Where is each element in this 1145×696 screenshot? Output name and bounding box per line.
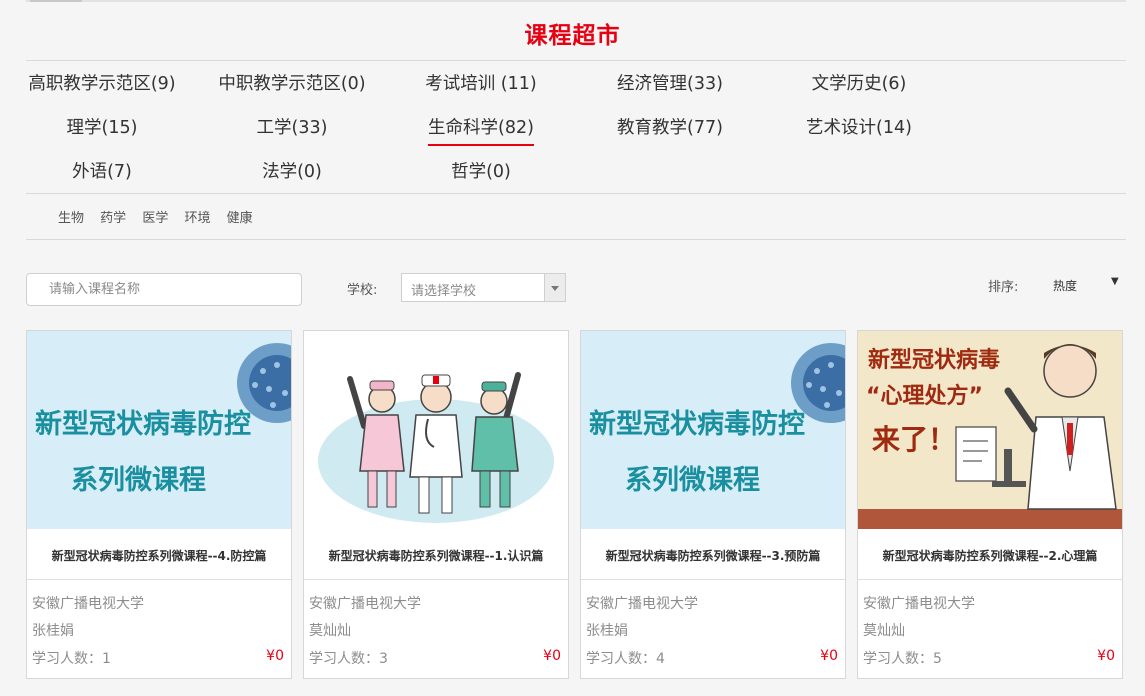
banner-line-1: 新型冠状病毒防控 [589, 408, 805, 440]
course-title[interactable]: 新型冠状病毒防控系列微课程--3.预防篇 [581, 547, 845, 564]
category-exam-training[interactable]: 考试培训 (11) [386, 71, 576, 97]
sort-label: 排序: [988, 280, 1019, 295]
course-card[interactable]: 新型冠状病毒 “心理处方” 来了！ 新型冠状病毒防控系列微课程--2.心理篇 安… [857, 330, 1123, 679]
subcategory-medicine[interactable]: 医学 [142, 211, 168, 226]
medical-staff-illustration [304, 331, 568, 529]
top-tab-marker [30, 0, 82, 2]
banner-line-1: 新型冠状病毒 [868, 347, 1000, 373]
course-title[interactable]: 新型冠状病毒防控系列微课程--4.防控篇 [27, 547, 291, 564]
divider [26, 239, 1126, 240]
subcategory-pharmacy[interactable]: 药学 [100, 211, 126, 226]
school-filter-label: 学校: [347, 283, 378, 298]
category-science[interactable]: 理学(15) [7, 115, 197, 141]
psychology-banner-image: 新型冠状病毒 “心理处方” 来了！ [858, 331, 1122, 529]
category-foreign-language[interactable]: 外语(7) [7, 159, 197, 185]
course-learners: 学习人数：5 [863, 651, 942, 667]
banner-line-1: 新型冠状病毒防控 [35, 408, 251, 440]
category-art-design[interactable]: 艺术设计(14) [764, 115, 954, 141]
category-higher-vocational[interactable]: 高职教学示范区(9) [7, 71, 197, 97]
course-price: ¥0 [543, 648, 561, 664]
course-title[interactable]: 新型冠状病毒防控系列微课程--1.认识篇 [304, 547, 568, 564]
course-thumbnail: 新型冠状病毒防控 系列微课程 [27, 331, 291, 529]
course-thumbnail [304, 331, 568, 529]
course-thumbnail: 新型冠状病毒 “心理处方” 来了！ [858, 331, 1122, 529]
course-school: 安徽广播电视大学 [32, 596, 144, 612]
course-school: 安徽广播电视大学 [309, 596, 421, 612]
banner-line-2: “心理处方” [866, 383, 983, 409]
top-border [26, 0, 1126, 2]
course-price: ¥0 [266, 648, 284, 664]
course-card[interactable]: 新型冠状病毒防控系列微课程--1.认识篇 安徽广播电视大学 莫灿灿 学习人数：3… [303, 330, 569, 679]
sort-select[interactable]: 热度 [1053, 277, 1077, 294]
course-card[interactable]: 新型冠状病毒防控 系列微课程 新型冠状病毒防控系列微课程--3.预防篇 安徽广播… [580, 330, 846, 679]
course-learners: 学习人数：1 [32, 651, 111, 667]
subcategory-biology[interactable]: 生物 [58, 211, 84, 226]
chevron-down-icon[interactable] [544, 274, 565, 301]
course-card[interactable]: 新型冠状病毒防控 系列微课程 新型冠状病毒防控系列微课程--4.防控篇 安徽广播… [26, 330, 292, 679]
course-teacher: 张桂娟 [586, 623, 628, 639]
divider [26, 60, 1126, 61]
card-divider [858, 579, 1122, 580]
course-title[interactable]: 新型冠状病毒防控系列微课程--2.心理篇 [858, 547, 1122, 564]
category-economics[interactable]: 经济管理(33) [575, 71, 765, 97]
school-select-placeholder: 请选择学校 [411, 284, 477, 299]
card-divider [304, 579, 568, 580]
course-price: ¥0 [1097, 648, 1115, 664]
sort-dropdown-icon[interactable]: ▼ [1111, 276, 1119, 287]
category-literature-history[interactable]: 文学历史(6) [764, 71, 954, 97]
category-philosophy[interactable]: 哲学(0) [386, 159, 576, 185]
subcategory-bar: 生物 药学 医学 环境 健康 [58, 207, 265, 226]
virus-banner-image: 新型冠状病毒防控 系列微课程 [27, 331, 291, 529]
banner-line-2: 系列微课程 [625, 465, 760, 496]
subcategory-environment[interactable]: 环境 [184, 211, 210, 226]
course-learners: 学习人数：4 [586, 651, 665, 667]
page-title: 课程超市 [524, 23, 621, 49]
course-thumbnail: 新型冠状病毒防控 系列微课程 [581, 331, 845, 529]
category-law[interactable]: 法学(0) [197, 159, 387, 185]
course-school: 安徽广播电视大学 [586, 596, 698, 612]
course-teacher: 张桂娟 [32, 623, 74, 639]
course-price: ¥0 [820, 648, 838, 664]
divider [26, 193, 1126, 194]
course-teacher: 莫灿灿 [309, 623, 351, 639]
banner-line-2: 系列微课程 [71, 465, 206, 496]
category-life-science[interactable]: 生命科学(82) [386, 115, 576, 141]
category-secondary-vocational[interactable]: 中职教学示范区(0) [197, 71, 387, 97]
course-learners: 学习人数：3 [309, 651, 388, 667]
banner-line-3: 来了！ [872, 423, 956, 456]
category-engineering[interactable]: 工学(33) [197, 115, 387, 141]
school-select[interactable]: 请选择学校 [401, 273, 566, 302]
course-teacher: 莫灿灿 [863, 623, 905, 639]
card-divider [581, 579, 845, 580]
subcategory-health[interactable]: 健康 [227, 211, 253, 226]
category-education[interactable]: 教育教学(77) [575, 115, 765, 141]
card-divider [27, 579, 291, 580]
course-search-input[interactable] [26, 273, 302, 306]
course-school: 安徽广播电视大学 [863, 596, 975, 612]
virus-banner-image: 新型冠状病毒防控 系列微课程 [581, 331, 845, 529]
